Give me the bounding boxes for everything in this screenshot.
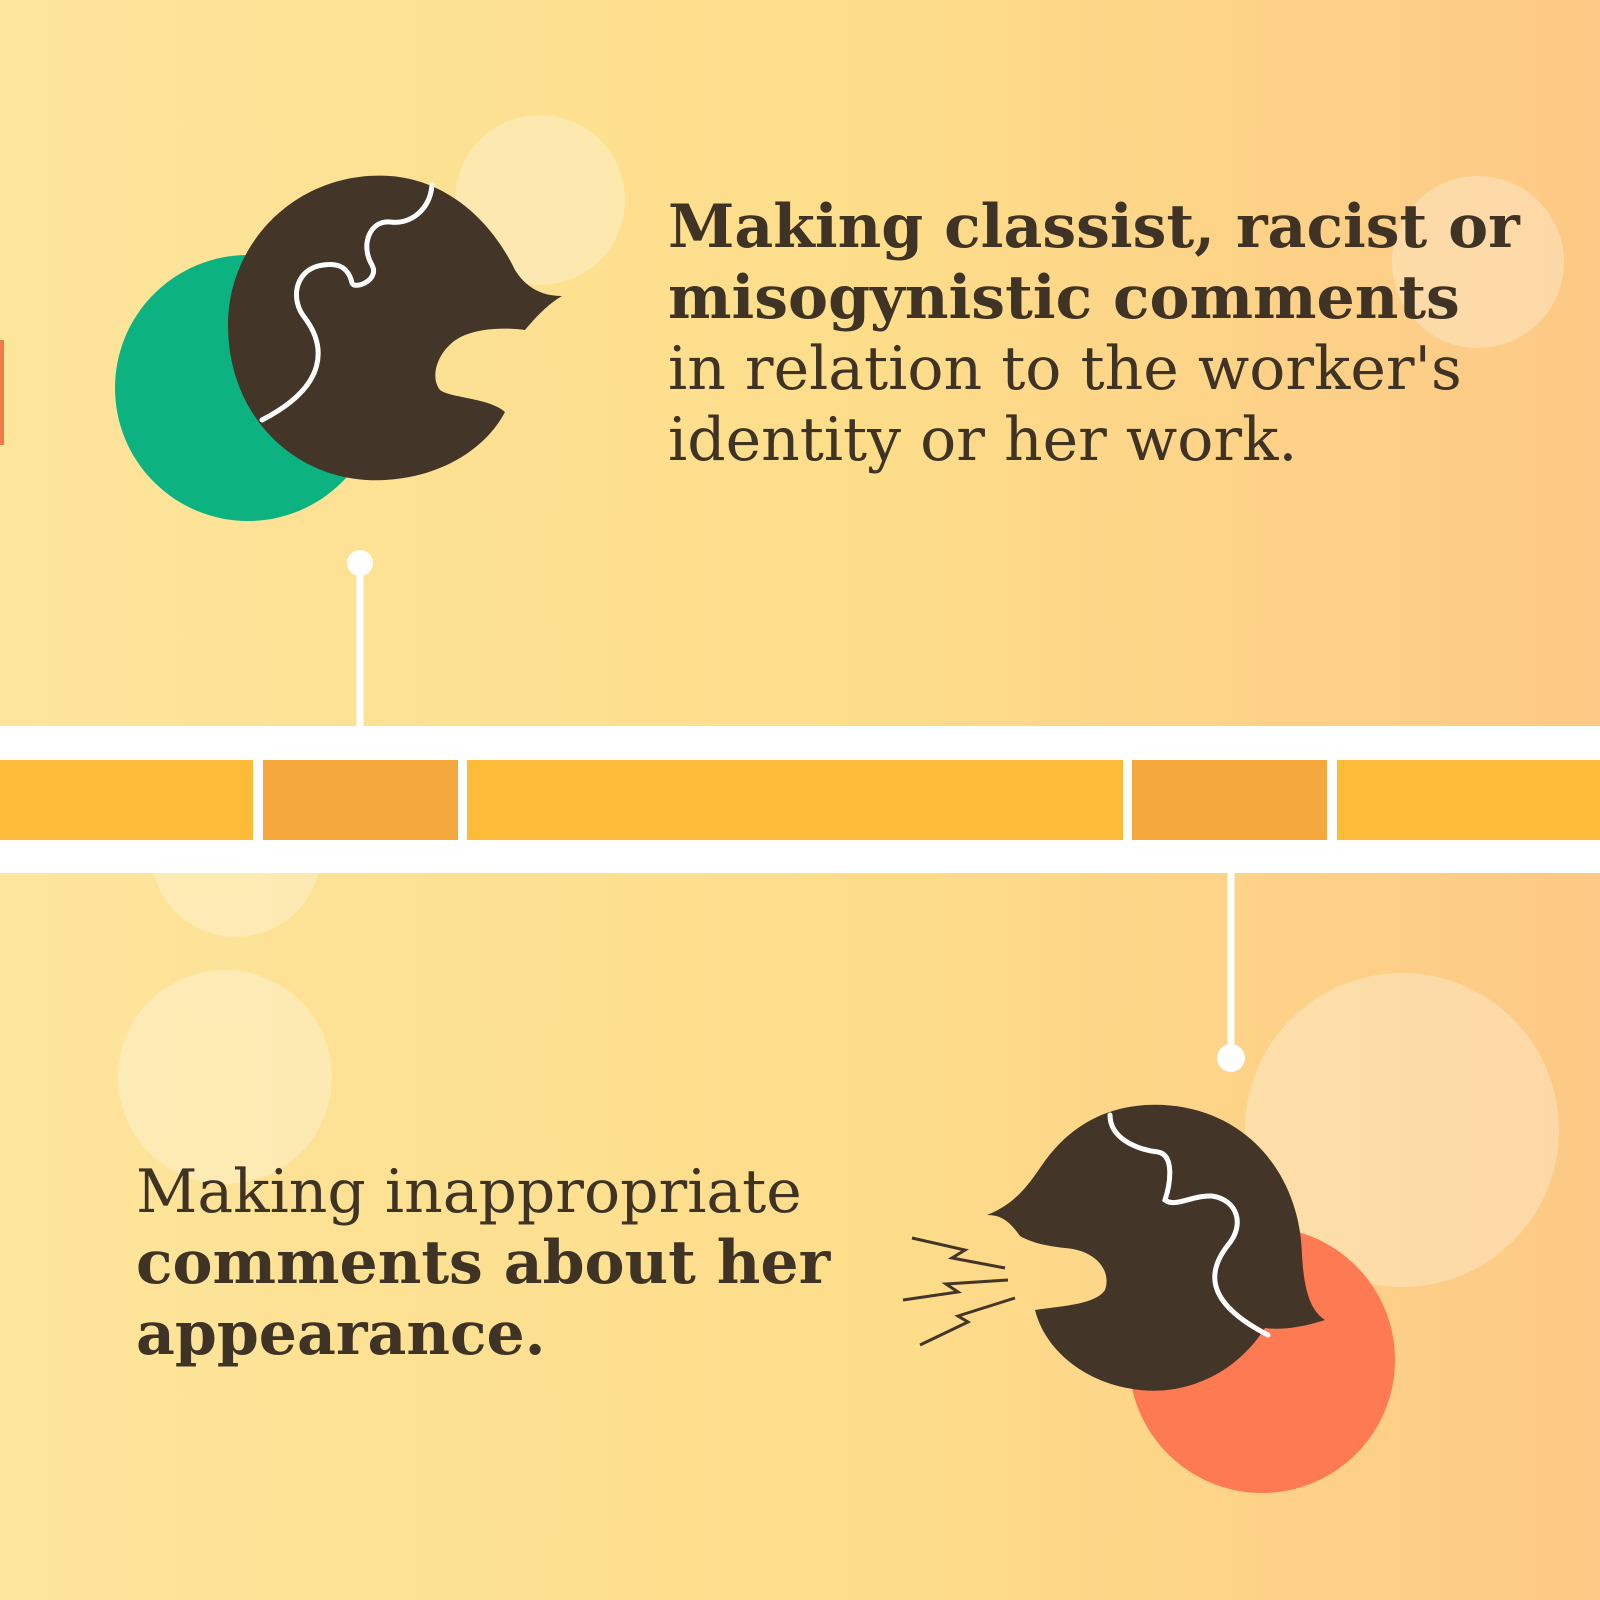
edge-marker [0,340,4,445]
bottom-connector [1217,870,1245,1072]
top-caption: Making classist, racist or misogynistic … [668,192,1528,476]
bottom-caption: Making inappropriate comments about her … [136,1157,896,1370]
top-connector [347,550,373,730]
band-segment-highlight [263,760,458,840]
band-segment-highlight [1132,760,1327,840]
bolt [919,1296,1016,1347]
top-caption-regular: in relation to the worker's identity or … [668,334,1462,475]
band-segment [0,760,253,840]
bottom-caption-regular: Making inappropriate [136,1157,802,1227]
band-segment [467,760,1123,840]
bolt [911,1236,1006,1270]
shout-lines [902,1236,1016,1347]
bottom-caption-bold: comments about her appearance. [136,1228,831,1369]
top-caption-bold: Making classist, racist or misogynistic … [668,192,1520,333]
timeline-band [0,726,1600,873]
band-segment [1337,760,1600,840]
bolt [902,1278,1009,1302]
decor-circle [118,970,332,1184]
